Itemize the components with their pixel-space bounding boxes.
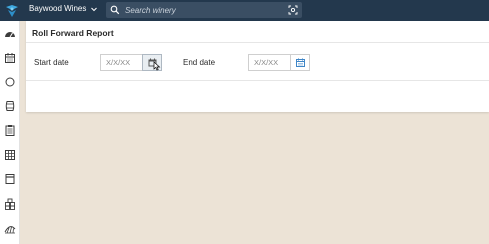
end-date-input[interactable]: [248, 54, 290, 71]
calendar-icon: [5, 53, 15, 63]
scan-icon[interactable]: [288, 5, 298, 15]
sidebar-item-clipboard[interactable]: [2, 122, 18, 138]
tank-icon: [5, 174, 15, 184]
dashboard-icon: [5, 32, 15, 38]
divider: [26, 80, 489, 81]
sidebar-item-calendar[interactable]: [2, 50, 18, 66]
sidebar-item-vineyard[interactable]: [2, 220, 18, 236]
start-date-input[interactable]: [100, 54, 142, 71]
sidebar-item-dashboard[interactable]: [2, 26, 18, 42]
grid-icon: [5, 150, 15, 160]
calendar-icon: [295, 58, 305, 67]
circle-icon: [5, 77, 15, 87]
clipboard-icon: [5, 125, 15, 136]
winery-name: Baywood Wines: [29, 4, 87, 13]
search-bar: [106, 2, 302, 18]
cursor-icon: [153, 61, 161, 71]
start-date-calendar-button[interactable]: [142, 54, 162, 71]
barrel-icon: [5, 101, 15, 111]
top-bar: Baywood Wines: [0, 0, 489, 21]
sidebar-item-grid[interactable]: [2, 147, 18, 163]
sidebar-item-tanks[interactable]: [2, 171, 18, 187]
vineyard-icon: [4, 226, 16, 234]
divider: [26, 42, 489, 43]
start-date-picker: [100, 54, 162, 71]
sidebar-item-circle[interactable]: [2, 74, 18, 90]
page-title: Roll Forward Report: [32, 28, 114, 38]
sidebar-item-barrels[interactable]: [2, 98, 18, 114]
grape-logo-icon[interactable]: [5, 4, 19, 18]
start-date-label: Start date: [34, 58, 69, 67]
search-input[interactable]: [120, 2, 288, 18]
search-icon: [110, 5, 120, 15]
chevron-down-icon: [91, 7, 98, 11]
sidebar: [0, 21, 20, 244]
end-date-label: End date: [183, 58, 216, 67]
winery-selector[interactable]: Baywood Wines: [29, 4, 98, 13]
boxes-icon: [5, 198, 15, 210]
report-panel: Roll Forward Report Start date End date: [26, 21, 489, 112]
end-date-calendar-button[interactable]: [290, 54, 310, 71]
end-date-picker: [248, 54, 310, 71]
sidebar-item-inventory[interactable]: [2, 196, 18, 212]
